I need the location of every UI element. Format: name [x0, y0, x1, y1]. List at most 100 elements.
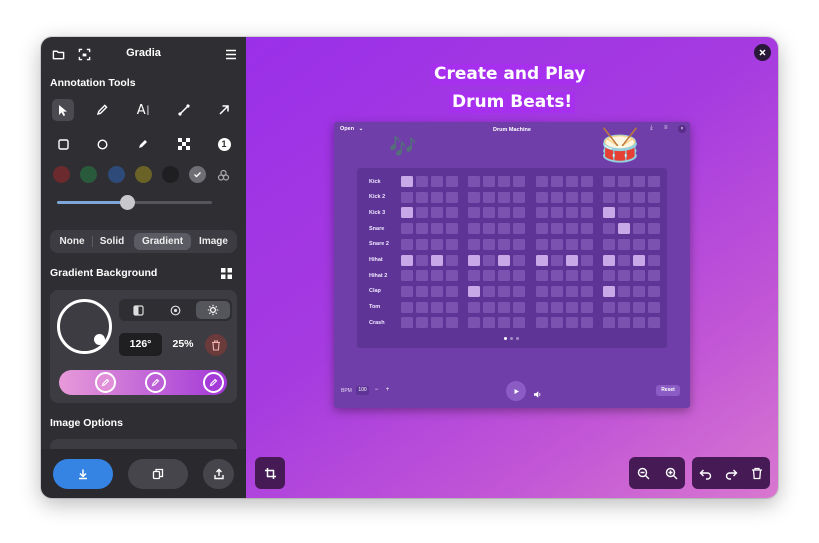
drum-step-cell[interactable]: [648, 285, 660, 297]
play-icon[interactable]: [506, 381, 526, 401]
drum-step-cell[interactable]: [416, 191, 428, 203]
drum-step-cell[interactable]: [618, 207, 630, 219]
drum-step-cell[interactable]: [483, 176, 495, 187]
drum-step-cell[interactable]: [416, 207, 428, 219]
drum-step-cell[interactable]: [513, 317, 525, 329]
drum-step-cell[interactable]: [446, 176, 458, 187]
drum-step-cell[interactable]: [401, 176, 413, 187]
drum-step-cell[interactable]: [446, 270, 458, 282]
drum-step-cell[interactable]: [401, 285, 413, 297]
trash-icon[interactable]: [751, 467, 763, 480]
radial-gradient-icon[interactable]: [158, 301, 192, 319]
drum-step-cell[interactable]: [618, 254, 630, 266]
drum-step-cell[interactable]: [551, 223, 563, 235]
drum-step-cell[interactable]: [603, 176, 615, 187]
drum-step-cell[interactable]: [618, 270, 630, 282]
drum-step-cell[interactable]: [633, 270, 645, 282]
drum-step-cell[interactable]: [633, 176, 645, 187]
drum-step-cell[interactable]: [431, 270, 443, 282]
drum-step-cell[interactable]: [483, 301, 495, 313]
drum-step-cell[interactable]: [603, 317, 615, 329]
drum-step-cell[interactable]: [648, 207, 660, 219]
gradient-stop-pencil-icon[interactable]: [145, 372, 166, 393]
copy-icon[interactable]: [128, 459, 188, 489]
zoom-out-icon[interactable]: [637, 467, 650, 480]
drum-step-cell[interactable]: [581, 223, 593, 235]
drum-step-cell[interactable]: [566, 301, 578, 313]
drum-step-cell[interactable]: [401, 223, 413, 235]
drum-step-cell[interactable]: [498, 207, 510, 219]
drum-step-cell[interactable]: [446, 238, 458, 250]
drum-step-cell[interactable]: [603, 301, 615, 313]
share-icon[interactable]: [203, 459, 234, 489]
slider-knob[interactable]: [120, 195, 135, 210]
page-dot-active[interactable]: [504, 337, 507, 340]
size-slider[interactable]: [57, 195, 212, 210]
drum-step-cell[interactable]: [633, 317, 645, 329]
drum-step-cell[interactable]: [633, 238, 645, 250]
drum-step-cell[interactable]: [401, 270, 413, 282]
drum-step-cell[interactable]: [648, 301, 660, 313]
bpm-decrease-button[interactable]: −: [372, 386, 381, 395]
line-icon[interactable]: [173, 99, 195, 121]
linear-gradient-icon[interactable]: [121, 301, 155, 319]
bg-mode-solid[interactable]: Solid: [93, 233, 131, 250]
drum-step-cell[interactable]: [551, 317, 563, 329]
drum-step-cell[interactable]: [483, 285, 495, 297]
conic-gradient-icon[interactable]: [196, 301, 230, 319]
gradient-stop-pencil-icon[interactable]: [203, 372, 224, 393]
drum-step-cell[interactable]: [566, 270, 578, 282]
drum-step-cell[interactable]: [603, 254, 615, 266]
download-icon[interactable]: [53, 459, 113, 489]
drum-step-cell[interactable]: [581, 254, 593, 266]
angle-value[interactable]: 126°: [119, 333, 162, 356]
angle-dial-handle[interactable]: [94, 334, 105, 345]
drum-step-cell[interactable]: [581, 285, 593, 297]
drum-step-cell[interactable]: [633, 223, 645, 235]
drum-step-cell[interactable]: [536, 176, 548, 187]
drum-step-cell[interactable]: [513, 301, 525, 313]
drum-step-cell[interactable]: [566, 223, 578, 235]
drum-step-cell[interactable]: [603, 191, 615, 203]
drum-step-cell[interactable]: [566, 254, 578, 266]
drum-step-cell[interactable]: [446, 223, 458, 235]
drum-step-cell[interactable]: [446, 191, 458, 203]
drum-step-cell[interactable]: [416, 238, 428, 250]
drum-step-cell[interactable]: [603, 270, 615, 282]
highlighter-icon[interactable]: [132, 133, 154, 155]
bpm-value[interactable]: 100: [356, 386, 369, 395]
drum-step-cell[interactable]: [551, 191, 563, 203]
drum-step-cell[interactable]: [431, 301, 443, 313]
drum-step-cell[interactable]: [633, 301, 645, 313]
drum-step-cell[interactable]: [648, 223, 660, 235]
drum-step-cell[interactable]: [483, 223, 495, 235]
drum-step-cell[interactable]: [401, 301, 413, 313]
drum-step-cell[interactable]: [536, 223, 548, 235]
drum-step-cell[interactable]: [536, 254, 548, 266]
drum-step-cell[interactable]: [401, 254, 413, 266]
drum-step-cell[interactable]: [416, 301, 428, 313]
drum-step-cell[interactable]: [513, 270, 525, 282]
color-swatch-black[interactable]: [162, 166, 179, 183]
drum-step-cell[interactable]: [566, 317, 578, 329]
bpm-increase-button[interactable]: +: [383, 386, 392, 395]
drum-step-cell[interactable]: [513, 207, 525, 219]
trash-icon[interactable]: [205, 334, 227, 356]
drum-step-cell[interactable]: [468, 270, 480, 282]
menu-icon[interactable]: [218, 43, 244, 65]
drum-menu-icon[interactable]: ≡: [664, 125, 668, 131]
pointer-icon[interactable]: [52, 99, 74, 121]
drum-step-cell[interactable]: [498, 317, 510, 329]
drum-step-cell[interactable]: [416, 270, 428, 282]
page-dot[interactable]: [510, 337, 513, 340]
drum-step-cell[interactable]: [468, 317, 480, 329]
drum-step-cell[interactable]: [431, 223, 443, 235]
drum-step-cell[interactable]: [416, 317, 428, 329]
drum-step-cell[interactable]: [618, 285, 630, 297]
drum-step-cell[interactable]: [603, 285, 615, 297]
drum-step-cell[interactable]: [648, 254, 660, 266]
drum-step-cell[interactable]: [468, 285, 480, 297]
color-swatch-yellow[interactable]: [135, 166, 152, 183]
pen-icon[interactable]: [91, 99, 113, 121]
crop-icon[interactable]: [264, 467, 277, 480]
